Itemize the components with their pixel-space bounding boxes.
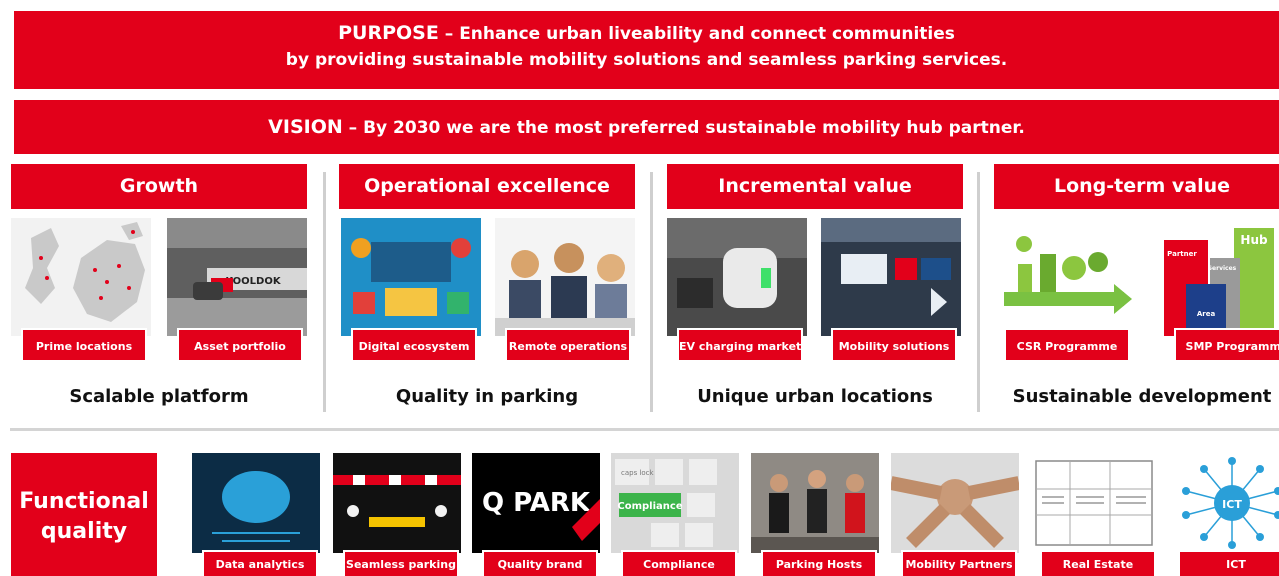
joined-hands-image [891, 453, 1019, 553]
area-label: Area [1197, 310, 1216, 318]
ftile-caption: Real Estate [1040, 550, 1156, 576]
pillar-title: Long-term value [994, 164, 1279, 209]
ftile-caption: Compliance [621, 550, 737, 576]
ftile-real-estate: Real Estate [1030, 453, 1158, 576]
tile-prime-locations: Prime locations [11, 218, 151, 362]
pillar-title: Incremental value [667, 164, 963, 209]
kooldok-sign: KOOLDOK [225, 276, 281, 287]
tile-smp-programme: Hub Partner Services Area SMP Programme [1164, 218, 1279, 362]
tile-caption: Remote operations [505, 328, 631, 362]
purpose-banner: PURPOSE – Enhance urban liveability and … [14, 11, 1279, 89]
pillar-incremental-value: Incremental value EV charging market Mob… [667, 164, 963, 418]
ftile-caption: Seamless parking [343, 550, 459, 576]
ev-charger-image [667, 218, 807, 336]
purpose-line-1: – Enhance urban liveability and connect … [438, 24, 955, 44]
europe-map-image [11, 218, 151, 336]
caps-lock-key: caps lock [621, 469, 655, 477]
pillar-footer: Sustainable development [1012, 386, 1272, 407]
tile-caption: SMP Programme [1174, 328, 1279, 362]
hub-label: Hub [1240, 233, 1268, 247]
pillar-operational-excellence: Operational excellence Digital ecosystem… [339, 164, 635, 418]
tile-caption: Asset portfolio [177, 328, 303, 362]
ftile-quality-brand: Q PARK Quality brand [472, 453, 600, 576]
purpose-keyword: PURPOSE [338, 22, 439, 44]
pillar-footer: Scalable platform [69, 386, 249, 407]
parking-hosts-image [751, 453, 879, 553]
tile-csr-programme: CSR Programme [994, 218, 1134, 362]
tile-caption: CSR Programme [1004, 328, 1130, 362]
mobility-signs-image [821, 218, 961, 336]
call-center-image [495, 218, 635, 336]
tile-asset-portfolio: KOOLDOK Asset portfolio [167, 218, 307, 362]
pillar-title: Operational excellence [339, 164, 635, 209]
barrier-car-image [333, 453, 461, 553]
keyboard-compliance-image: caps lock Compliance [611, 453, 739, 553]
ftile-caption: Mobility Partners [901, 550, 1017, 576]
ftile-ict: ICT ICT [1168, 453, 1279, 576]
ftile-caption: Parking Hosts [761, 550, 877, 576]
functional-label-line-1: Functional [19, 489, 149, 514]
pillar-title: Growth [11, 164, 307, 209]
qpark-logo-image: Q PARK [472, 453, 600, 553]
tile-digital-ecosystem: Digital ecosystem [341, 218, 481, 362]
vision-text: – By 2030 we are the most preferred sust… [342, 118, 1025, 138]
digital-ecosystem-image [341, 218, 481, 336]
ftile-mobility-partners: Mobility Partners [891, 453, 1019, 576]
vision-banner: VISION – By 2030 we are the most preferr… [14, 100, 1279, 154]
pillar-footer: Quality in parking [395, 386, 579, 407]
ftile-parking-hosts: Parking Hosts [751, 453, 879, 576]
ict-network-image: ICT [1168, 453, 1279, 553]
services-label: Services [1208, 265, 1237, 272]
purpose-line-2: by providing sustainable mobility soluti… [285, 50, 1008, 70]
pillar-divider [650, 172, 653, 412]
brain-circuit-image [192, 453, 320, 553]
tile-remote-operations: Remote operations [495, 218, 635, 362]
parking-garage-image: KOOLDOK [167, 218, 307, 336]
pillar-divider [323, 172, 326, 412]
section-divider [10, 428, 1279, 431]
tile-caption: Prime locations [21, 328, 147, 362]
tile-caption: Digital ecosystem [351, 328, 477, 362]
ftile-data-analytics: Data analytics [192, 453, 320, 576]
tile-ev-charging-market: EV charging market [667, 218, 807, 362]
pillar-footer: Unique urban locations [697, 386, 933, 407]
floor-plan-image [1030, 453, 1158, 553]
compliance-key-label: Compliance [617, 501, 682, 512]
ftile-caption: Quality brand [482, 550, 598, 576]
pillar-long-term-value: Long-term value CSR Programme Hub Partne… [994, 164, 1279, 418]
ftile-compliance: caps lock Compliance Compliance [611, 453, 739, 576]
pillar-divider [977, 172, 980, 412]
vision-keyword: VISION [268, 116, 343, 138]
partner-label: Partner [1167, 250, 1197, 258]
functional-quality-label: Functional quality [11, 453, 157, 576]
tile-caption: Mobility solutions [831, 328, 957, 362]
pillar-growth: Growth Prime locations KOOLDOK Asset por… [11, 164, 307, 418]
ftile-caption: Data analytics [202, 550, 318, 576]
functional-label-line-2: quality [40, 519, 128, 544]
qpark-logo-text: Q PARK [482, 488, 591, 518]
ftile-seamless-parking: Seamless parking [333, 453, 461, 576]
tile-caption: EV charging market [677, 328, 803, 362]
chess-pieces-image: Hub Partner Services Area [1164, 218, 1279, 336]
green-city-image [994, 218, 1134, 336]
tile-mobility-solutions: Mobility solutions [821, 218, 961, 362]
ict-hub-label: ICT [1222, 498, 1242, 511]
ftile-caption: ICT [1178, 550, 1279, 576]
